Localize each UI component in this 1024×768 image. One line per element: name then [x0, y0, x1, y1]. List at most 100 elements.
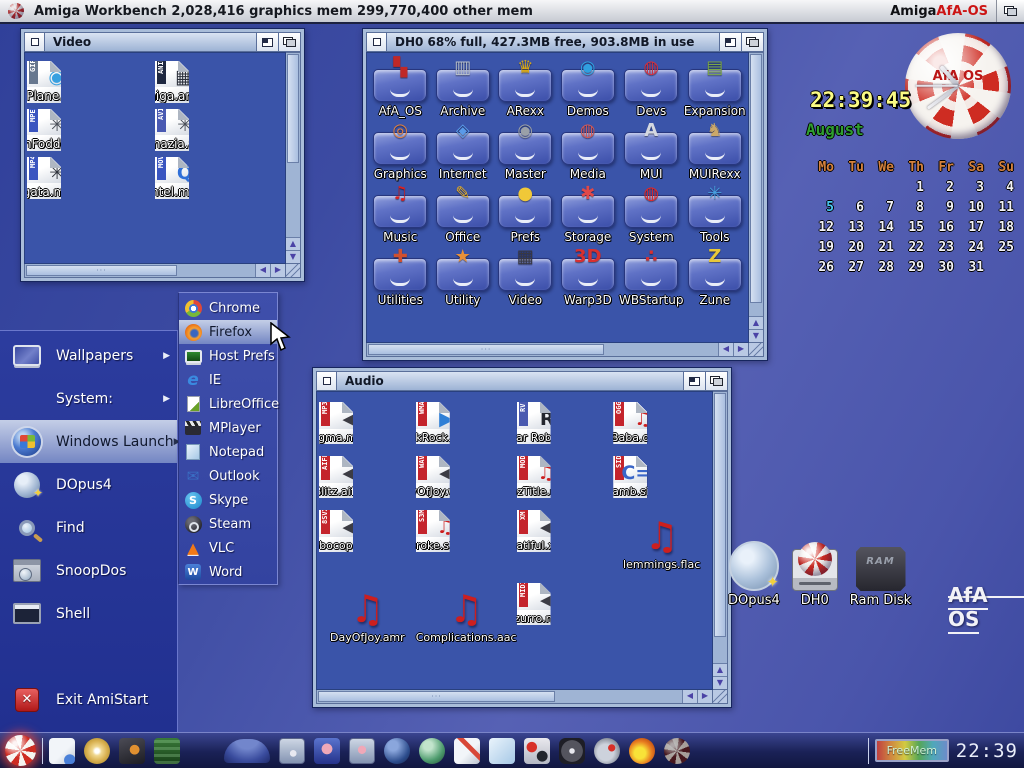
drawer-item[interactable]: ★ Utility: [432, 258, 495, 307]
submenu-item-ie[interactable]: e IE: [179, 368, 277, 392]
resize-grip[interactable]: [286, 264, 301, 278]
resize-grip[interactable]: [749, 343, 764, 357]
afa-window-icon[interactable]: [314, 738, 340, 764]
drawer-item[interactable]: ◍ Media: [557, 132, 620, 181]
file-item[interactable]: RV R Dear Rob.ra: [517, 402, 551, 444]
circuit-board-icon[interactable]: [154, 738, 180, 764]
depth-gadget[interactable]: [278, 33, 300, 51]
menu-item-shell[interactable]: Shell: [0, 592, 177, 635]
monitor-ball-icon[interactable]: [279, 738, 305, 764]
globe-dark-icon[interactable]: [384, 738, 410, 764]
menu-item-snoopdos[interactable]: SnoopDos: [0, 549, 177, 592]
drawer-item[interactable]: ◎ Graphics: [369, 132, 432, 181]
vertical-scrollbar[interactable]: ▲ ▼: [713, 391, 728, 690]
drawer-item[interactable]: ◈ Internet: [432, 132, 495, 181]
drawer-item[interactable]: ✎ Office: [432, 195, 495, 244]
submenu-item-notepad[interactable]: Notepad: [179, 440, 277, 464]
drawer-item[interactable]: ◉ Master: [494, 132, 557, 181]
file-item[interactable]: MOD ♫ BlobzTitle.mod: [517, 456, 551, 498]
drawer-item[interactable]: ♞ MUIRexx: [683, 132, 746, 181]
sphere-green-icon[interactable]: [419, 738, 445, 764]
file-item[interactable]: WMA ▶ ChuckRock.wma: [416, 402, 450, 444]
zoom-gadget[interactable]: [256, 33, 278, 51]
close-gadget[interactable]: [367, 33, 387, 51]
scrollbar-thumb[interactable]: [750, 54, 762, 303]
scroll-left-arrow[interactable]: ◀: [682, 690, 697, 703]
file-item[interactable]: MPEG ✳ CannonFodder.mpg: [27, 109, 61, 151]
scroll-down-arrow[interactable]: ▼: [713, 676, 727, 689]
file-item[interactable]: GIF ◉ AirPlane.gif: [27, 61, 61, 103]
submenu-item-steam[interactable]: Steam: [179, 512, 277, 536]
submenu-item-vlc[interactable]: ▲ VLC: [179, 536, 277, 560]
monitor-pink-icon[interactable]: [349, 738, 375, 764]
file-item[interactable]: WAV ◀ DayOfJoy.wav: [416, 456, 450, 498]
file-item[interactable]: OGG ♫ AliBaba.ogg: [613, 402, 647, 444]
vertical-scrollbar[interactable]: ▲ ▼: [749, 52, 764, 343]
drawer-item[interactable]: ◍ System: [619, 195, 683, 244]
drawer-item[interactable]: ∴ WBStartup: [619, 258, 683, 307]
submenu-item-libreoffice[interactable]: LibreOffice: [179, 392, 277, 416]
scroll-up-arrow[interactable]: ▲: [286, 237, 300, 250]
depth-gadget[interactable]: [705, 372, 727, 390]
menu-item-find[interactable]: Find: [0, 506, 177, 549]
scroll-down-arrow[interactable]: ▼: [286, 250, 300, 263]
drawer-item[interactable]: ◉ Demos: [557, 69, 620, 118]
drawer-item[interactable]: A MUI: [619, 132, 683, 181]
file-item[interactable]: MOV Q Sintel.mov: [155, 157, 189, 199]
file-item[interactable]: S3M ♫ laBroke.s3m: [416, 510, 450, 552]
submenu-item-outlook[interactable]: ✉ Outlook: [179, 464, 277, 488]
submenu-item-word[interactable]: W Word: [179, 560, 277, 584]
scroll-right-arrow[interactable]: ▶: [697, 690, 712, 703]
scroll-right-arrow[interactable]: ▶: [270, 264, 285, 277]
scroll-left-arrow[interactable]: ◀: [255, 264, 270, 277]
scrollbar-thumb[interactable]: [26, 265, 177, 276]
file-item[interactable]: MP4 ✳ Regata.mp4: [27, 157, 61, 199]
scroll-down-arrow[interactable]: ▼: [749, 329, 763, 342]
boing-sphere-icon[interactable]: [189, 738, 215, 764]
horizontal-scrollbar[interactable]: ◀ ▶: [24, 264, 286, 278]
dark-drawer-icon[interactable]: [119, 738, 145, 764]
file-item[interactable]: ♫ lemmings.flac: [613, 510, 710, 571]
scrollbar-thumb[interactable]: [287, 54, 299, 163]
submenu-item-firefox[interactable]: Firefox: [179, 320, 277, 344]
audio-window-titlebar[interactable]: Audio: [316, 371, 728, 391]
scroll-up-arrow[interactable]: ▲: [749, 316, 763, 329]
resize-grip[interactable]: [713, 690, 728, 704]
umbrella-icon[interactable]: [224, 739, 270, 763]
drawer-item[interactable]: Z Zune: [683, 258, 746, 307]
scrollbar-thumb[interactable]: [318, 691, 555, 702]
menu-item-dopus4[interactable]: DOpus4: [0, 463, 177, 506]
drawer-item[interactable]: ● Prefs: [494, 195, 557, 244]
file-item[interactable]: AVI ✳ Egnazia.avi: [155, 109, 189, 151]
drawer-item[interactable]: ✳ Tools: [683, 195, 746, 244]
desktop-icon-dh0[interactable]: DH0: [792, 549, 838, 608]
commodore-music-icon[interactable]: [594, 738, 620, 764]
file-item[interactable]: ♫ Complications.aac: [416, 583, 517, 644]
file-item[interactable]: ANIM ▦ Amiga.anim: [155, 61, 189, 103]
menu-item-exit-amistart[interactable]: ✕ Exit AmiStart: [0, 678, 177, 721]
scrollbar-thumb[interactable]: [714, 393, 726, 637]
notepad-icon[interactable]: [489, 738, 515, 764]
drawer-item[interactable]: ♛ ARexx: [494, 69, 557, 118]
vertical-scrollbar[interactable]: ▲ ▼: [286, 52, 301, 264]
dh0-window-titlebar[interactable]: DH0 68% full, 427.3MB free, 903.8MB in u…: [366, 32, 764, 52]
zoom-gadget[interactable]: [683, 372, 705, 390]
close-gadget[interactable]: [25, 33, 45, 51]
scroll-up-arrow[interactable]: ▲: [713, 663, 727, 676]
menu-item-windows-launch[interactable]: Windows Launch ▶: [0, 420, 177, 463]
file-item[interactable]: AIFF ◀ Blitz.aiff: [319, 456, 353, 498]
file-item[interactable]: MIDI ◀ Azzurro.mid: [517, 583, 551, 625]
file-item[interactable]: XM ◀ Beatiful.xm: [517, 510, 551, 552]
freemem-gauge[interactable]: FreeMem: [875, 739, 949, 762]
document-edit-icon[interactable]: [454, 738, 480, 764]
scrollbar-thumb[interactable]: [368, 344, 604, 355]
desktop-icon-ram-disk[interactable]: RAM Ram Disk: [850, 547, 911, 608]
submenu-item-skype[interactable]: S Skype: [179, 488, 277, 512]
desktop-icon-dopus4[interactable]: DOpus4: [728, 541, 780, 608]
document-search-icon[interactable]: [49, 738, 75, 764]
file-item[interactable]: MP3 ◀ Enigma.mp3: [319, 402, 353, 444]
horizontal-scrollbar[interactable]: ◀ ▶: [316, 690, 713, 704]
window-red-icon[interactable]: [524, 738, 550, 764]
submenu-item-host-prefs[interactable]: Host Prefs: [179, 344, 277, 368]
drawer-item[interactable]: ▦ Video: [494, 258, 557, 307]
